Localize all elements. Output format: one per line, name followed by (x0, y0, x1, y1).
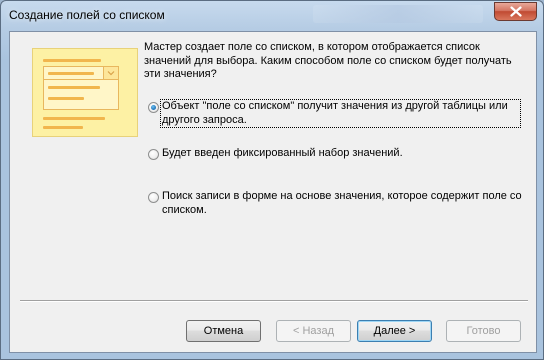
finish-button[interactable]: Готово (446, 320, 521, 342)
illustration-line (43, 59, 101, 62)
illustration-line (43, 126, 83, 129)
combo-box-illustration (32, 48, 138, 137)
illustration-list (43, 80, 119, 110)
dialog-body: Мастер создает поле со списком, в которо… (9, 31, 537, 353)
title-bar-background (313, 5, 483, 23)
radio-button[interactable] (148, 149, 159, 160)
option-label[interactable]: Поиск записи в форме на основе значения,… (161, 190, 523, 217)
radio-button-checked[interactable] (148, 102, 159, 113)
window-title: Создание полей со списком (9, 8, 165, 22)
close-icon (509, 6, 522, 17)
separator (20, 300, 528, 302)
wizard-description: Мастер создает поле со списком, в которо… (144, 41, 512, 80)
option-label[interactable]: Объект "поле со списком" получит значени… (160, 99, 521, 128)
wizard-window: Создание полей со списком Мастер создает… (0, 0, 544, 360)
option-label[interactable]: Будет введен фиксированный набор значени… (161, 147, 523, 161)
illustration-dropdown-arrow (103, 67, 118, 79)
back-button[interactable]: < Назад (276, 320, 351, 342)
cancel-button[interactable]: Отмена (186, 320, 261, 342)
illustration-combo-box (43, 66, 119, 80)
next-button[interactable]: Далее > (357, 320, 432, 342)
illustration-line (48, 97, 84, 100)
close-button[interactable] (494, 2, 537, 21)
title-bar[interactable]: Создание полей со списком (1, 1, 543, 31)
illustration-line (48, 86, 100, 89)
radio-button[interactable] (148, 192, 159, 203)
illustration-line (43, 117, 105, 120)
illustration-line (48, 72, 94, 75)
